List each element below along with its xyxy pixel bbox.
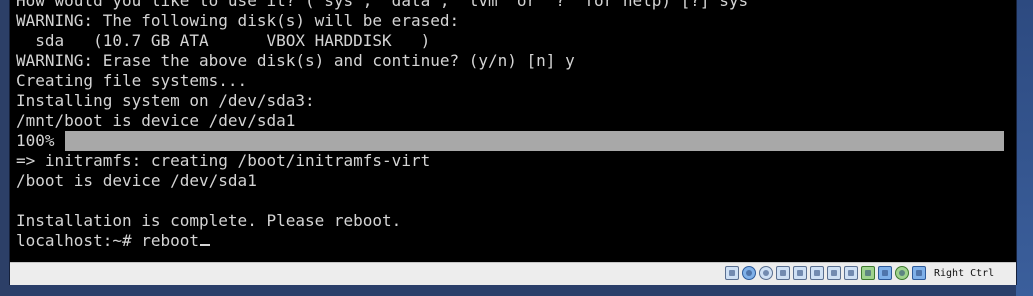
terminal-command: localhost:~# reboot (16, 231, 200, 250)
install-progress: 100% (16, 131, 1006, 151)
vm-window: How would you like to use it? ('sys', 'd… (10, 0, 1016, 285)
vm-console[interactable]: How would you like to use it? ('sys', 'd… (10, 0, 1016, 262)
mouse-integration-icon[interactable] (878, 266, 892, 280)
usb-icon[interactable] (793, 266, 807, 280)
status-icons (725, 266, 926, 282)
terminal-line: Installing system on /dev/sda3: (16, 91, 315, 110)
shared-folders-icon[interactable] (810, 266, 824, 280)
guest-additions-icon[interactable] (861, 266, 875, 280)
terminal-line: /mnt/boot is device /dev/sda1 (16, 111, 296, 130)
vm-statusbar: Right Ctrl (10, 262, 1016, 285)
network-icon[interactable] (776, 266, 790, 280)
terminal-line: WARNING: Erase the above disk(s) and con… (16, 51, 575, 70)
display-icon[interactable] (827, 266, 841, 280)
cpu-activity-icon[interactable] (895, 266, 909, 280)
terminal-prompt-line[interactable]: localhost:~# reboot (16, 231, 211, 251)
keyboard-capture-icon[interactable] (912, 266, 926, 280)
terminal-line: /boot is device /dev/sda1 (16, 171, 257, 190)
optical-drive-icon[interactable] (742, 266, 756, 280)
progress-percent: 100% (16, 131, 55, 150)
progress-track (65, 131, 1004, 151)
video-capture-icon[interactable] (844, 266, 858, 280)
terminal-line: Creating file systems... (16, 71, 248, 90)
terminal-line: => initramfs: creating /boot/initramfs-v… (16, 151, 431, 170)
desktop-background-right (1016, 0, 1033, 296)
hard-disk-icon[interactable] (725, 266, 739, 280)
desktop-background-left (0, 0, 10, 296)
text-cursor (200, 244, 211, 246)
terminal-line: Installation is complete. Please reboot. (16, 211, 402, 230)
progress-bar-fill (65, 131, 1004, 151)
terminal-line: WARNING: The following disk(s) will be e… (16, 11, 460, 30)
terminal-line: How would you like to use it? ('sys', 'd… (16, 0, 749, 10)
terminal-line: sda (10.7 GB ATA VBOX HARDDISK ) (16, 31, 431, 50)
audio-icon[interactable] (759, 266, 773, 280)
host-key-label[interactable]: Right Ctrl (934, 263, 994, 285)
